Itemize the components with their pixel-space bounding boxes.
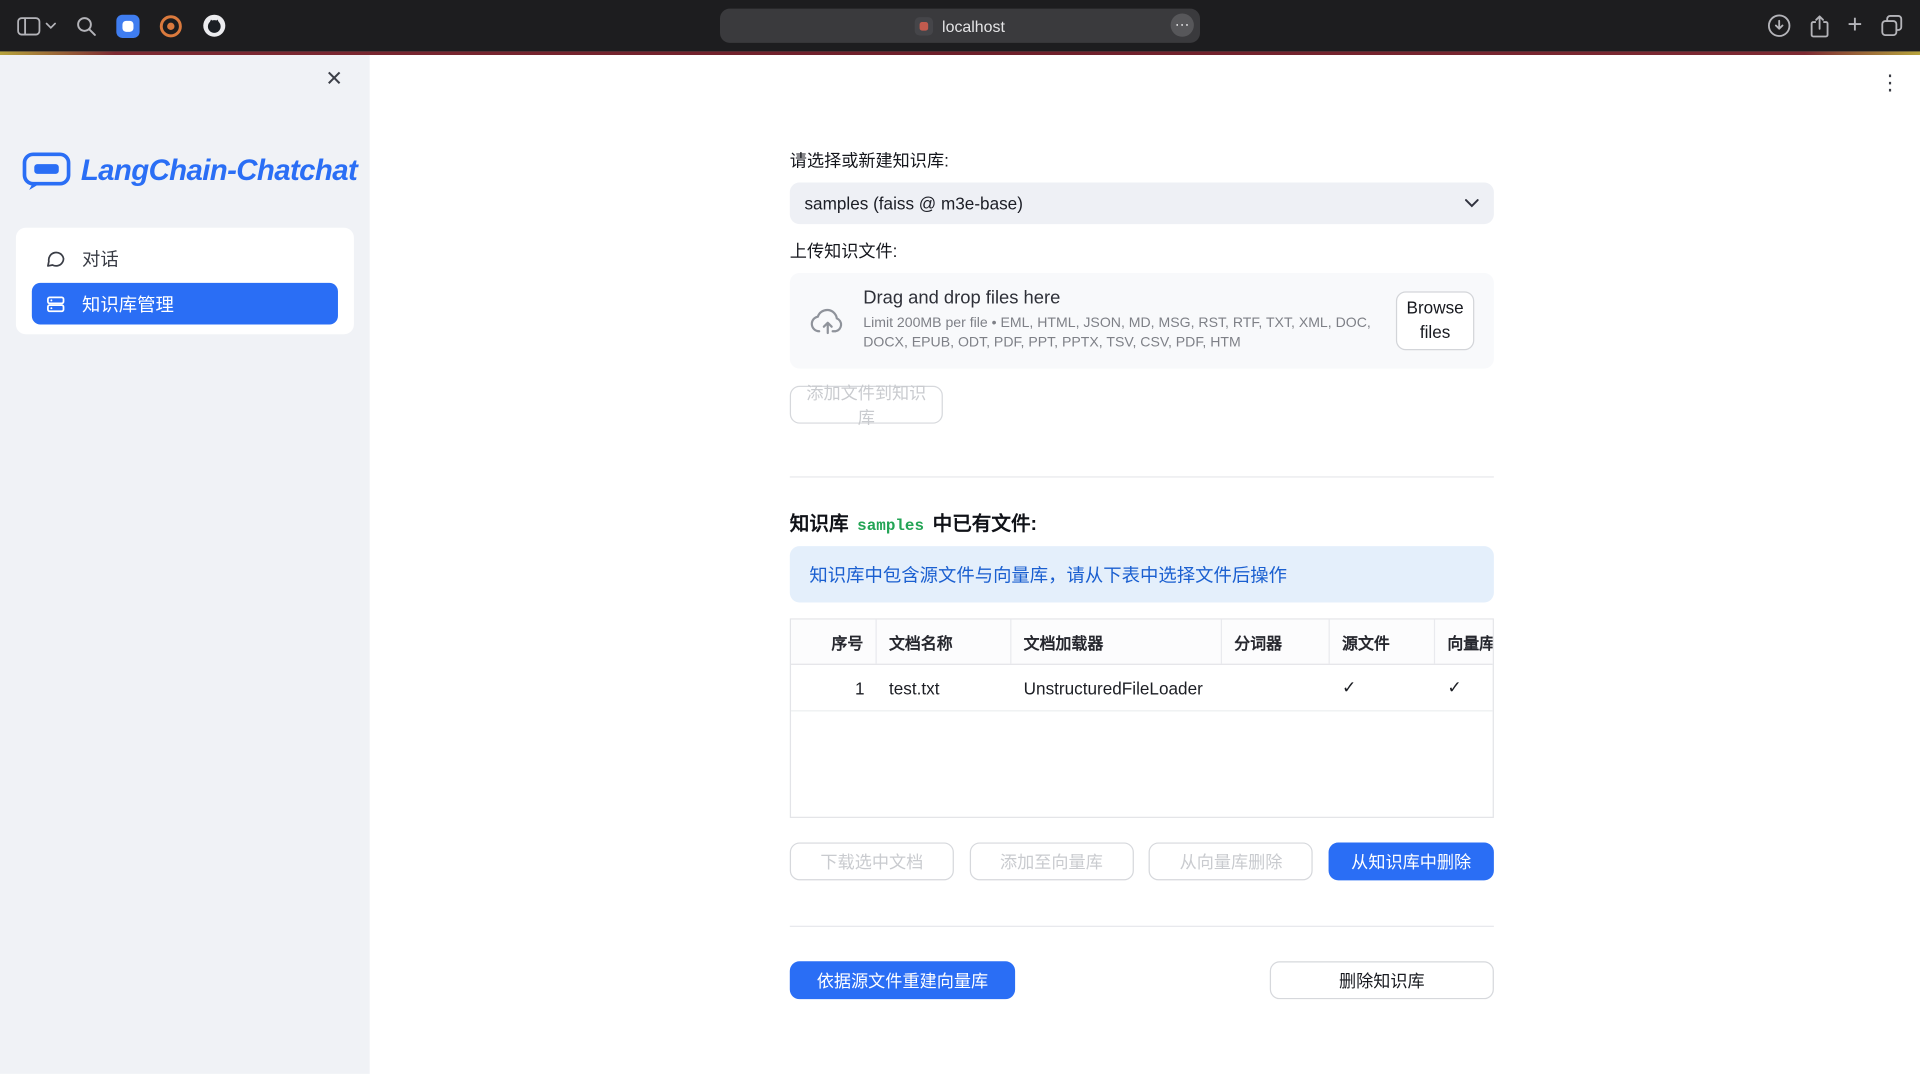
section-divider <box>790 476 1494 477</box>
site-favicon <box>915 17 933 35</box>
kb-select[interactable]: samples (faiss @ m3e-base) <box>790 182 1494 224</box>
kb-action-buttons: 依据源文件重建向量库 删除知识库 <box>790 961 1494 999</box>
cell-index: 1 <box>791 665 877 710</box>
address-bar-url: localhost <box>942 17 1005 35</box>
sidebar-item-label: 知识库管理 <box>82 291 174 317</box>
app-body: ✕ LangChain-Chatchat 对话 知识库管理 <box>0 55 1920 1074</box>
tabs-icon <box>1881 15 1903 37</box>
upload-section-label: 上传知识文件: <box>790 239 1494 263</box>
knowledge-base-icon <box>45 293 66 314</box>
delete-kb-action-button[interactable]: 删除知识库 <box>1270 961 1494 999</box>
github-icon <box>202 13 226 37</box>
kb-files-heading: 知识库 samples 中已有文件: <box>790 507 1494 536</box>
sidebar: ✕ LangChain-Chatchat 对话 知识库管理 <box>0 55 370 1074</box>
add-to-vector-store-button[interactable]: 添加至向量库 <box>969 842 1133 880</box>
col-header-doc-name: 文档名称 <box>877 620 1012 664</box>
chevron-down-icon <box>1464 198 1479 208</box>
dropzone-title: Drag and drop files here <box>863 288 1379 309</box>
chat-icon <box>45 248 66 269</box>
sidebar-item-dialogue[interactable]: 对话 <box>32 238 338 280</box>
search-icon <box>76 15 97 36</box>
file-dropzone[interactable]: Drag and drop files here Limit 200MB per… <box>790 273 1494 369</box>
info-banner: 知识库中包含源文件与向量库，请从下表中选择文件后操作 <box>790 546 1494 602</box>
chevron-down-icon <box>45 22 56 29</box>
sidebar-item-label: 对话 <box>82 246 119 272</box>
kb-files-table[interactable]: 序号 文档名称 文档加载器 分词器 源文件 向量库 1 test.txt Uns… <box>790 618 1494 818</box>
kb-select-value: samples (faiss @ m3e-base) <box>804 193 1022 213</box>
orange-ring-icon <box>159 14 182 37</box>
delete-from-kb-button[interactable]: 从知识库中删除 <box>1329 842 1494 880</box>
col-header-vector-store: 向量库 <box>1435 620 1493 664</box>
sidebar-toggle-button[interactable] <box>17 17 56 35</box>
add-files-to-kb-button[interactable]: 添加文件到知识库 <box>790 386 943 424</box>
section-divider <box>790 926 1494 927</box>
blue-extension-icon <box>116 14 139 37</box>
new-tab-button[interactable]: + <box>1847 15 1862 37</box>
cell-loader: UnstructuredFileLoader <box>1011 665 1222 710</box>
col-header-source-file: 源文件 <box>1330 620 1435 664</box>
kb-name-code: samples <box>857 517 924 535</box>
extension-github-button[interactable] <box>202 13 226 37</box>
table-empty-space <box>791 711 1493 816</box>
download-icon <box>1767 13 1791 37</box>
tab-overview-button[interactable] <box>1881 15 1903 37</box>
share-icon <box>1809 14 1829 37</box>
main-area: ⋮ 请选择或新建知识库: samples (faiss @ m3e-base) … <box>370 55 1920 1074</box>
kb-select-label: 请选择或新建知识库: <box>790 148 1494 172</box>
heading-prefix: 知识库 <box>790 507 849 536</box>
sidebar-nav: 对话 知识库管理 <box>16 228 354 335</box>
table-row[interactable]: 1 test.txt UnstructuredFileLoader ✓ ✓ <box>791 665 1493 712</box>
cell-source-check: ✓ <box>1330 665 1435 710</box>
extensions-menu-button[interactable]: ⋯ <box>1171 13 1194 36</box>
browse-files-button[interactable]: Browse files <box>1396 291 1474 350</box>
toolbar-right-group: + <box>1767 13 1903 37</box>
downloads-button[interactable] <box>1767 13 1791 37</box>
toolbar-left-group <box>17 13 226 37</box>
download-selected-button[interactable]: 下载选中文档 <box>790 842 954 880</box>
app-logo: LangChain-Chatchat <box>22 151 357 193</box>
browser-toolbar: localhost ⋯ + <box>0 0 1920 51</box>
chat-bubble-logo-icon <box>22 151 71 193</box>
sidebar-item-kb-management[interactable]: 知识库管理 <box>32 283 338 325</box>
cell-splitter <box>1222 665 1330 710</box>
col-header-loader: 文档加载器 <box>1011 620 1222 664</box>
sidebar-close-button[interactable]: ✕ <box>318 67 350 90</box>
col-header-splitter: 分词器 <box>1222 620 1330 664</box>
dropzone-limit-text: Limit 200MB per file • EML, HTML, JSON, … <box>863 315 1379 353</box>
share-button[interactable] <box>1809 14 1829 37</box>
app-menu-button[interactable]: ⋮ <box>1880 72 1901 93</box>
cloud-upload-icon <box>809 306 846 335</box>
col-header-index: 序号 <box>791 620 877 664</box>
panel-icon <box>17 17 40 35</box>
extension-blue-button[interactable] <box>116 14 139 37</box>
content-column: 请选择或新建知识库: samples (faiss @ m3e-base) 上传… <box>790 55 1494 999</box>
cell-vector-check: ✓ <box>1435 665 1493 710</box>
dropzone-texts: Drag and drop files here Limit 200MB per… <box>863 288 1379 353</box>
delete-from-vector-store-button[interactable]: 从向量库删除 <box>1149 842 1313 880</box>
browser-window: localhost ⋯ + ✕ <box>0 0 1920 1080</box>
cell-doc-name: test.txt <box>877 665 1012 710</box>
table-header-row: 序号 文档名称 文档加载器 分词器 源文件 向量库 <box>791 620 1493 665</box>
app-logo-text: LangChain-Chatchat <box>81 154 357 188</box>
file-action-buttons: 下载选中文档 添加至向量库 从向量库删除 从知识库中删除 <box>790 842 1494 880</box>
heading-suffix: 中已有文件: <box>933 507 1038 536</box>
rebuild-vector-store-button[interactable]: 依据源文件重建向量库 <box>790 961 1015 999</box>
extension-orange-button[interactable] <box>159 14 182 37</box>
search-button[interactable] <box>76 15 97 36</box>
address-bar[interactable]: localhost ⋯ <box>720 9 1200 43</box>
